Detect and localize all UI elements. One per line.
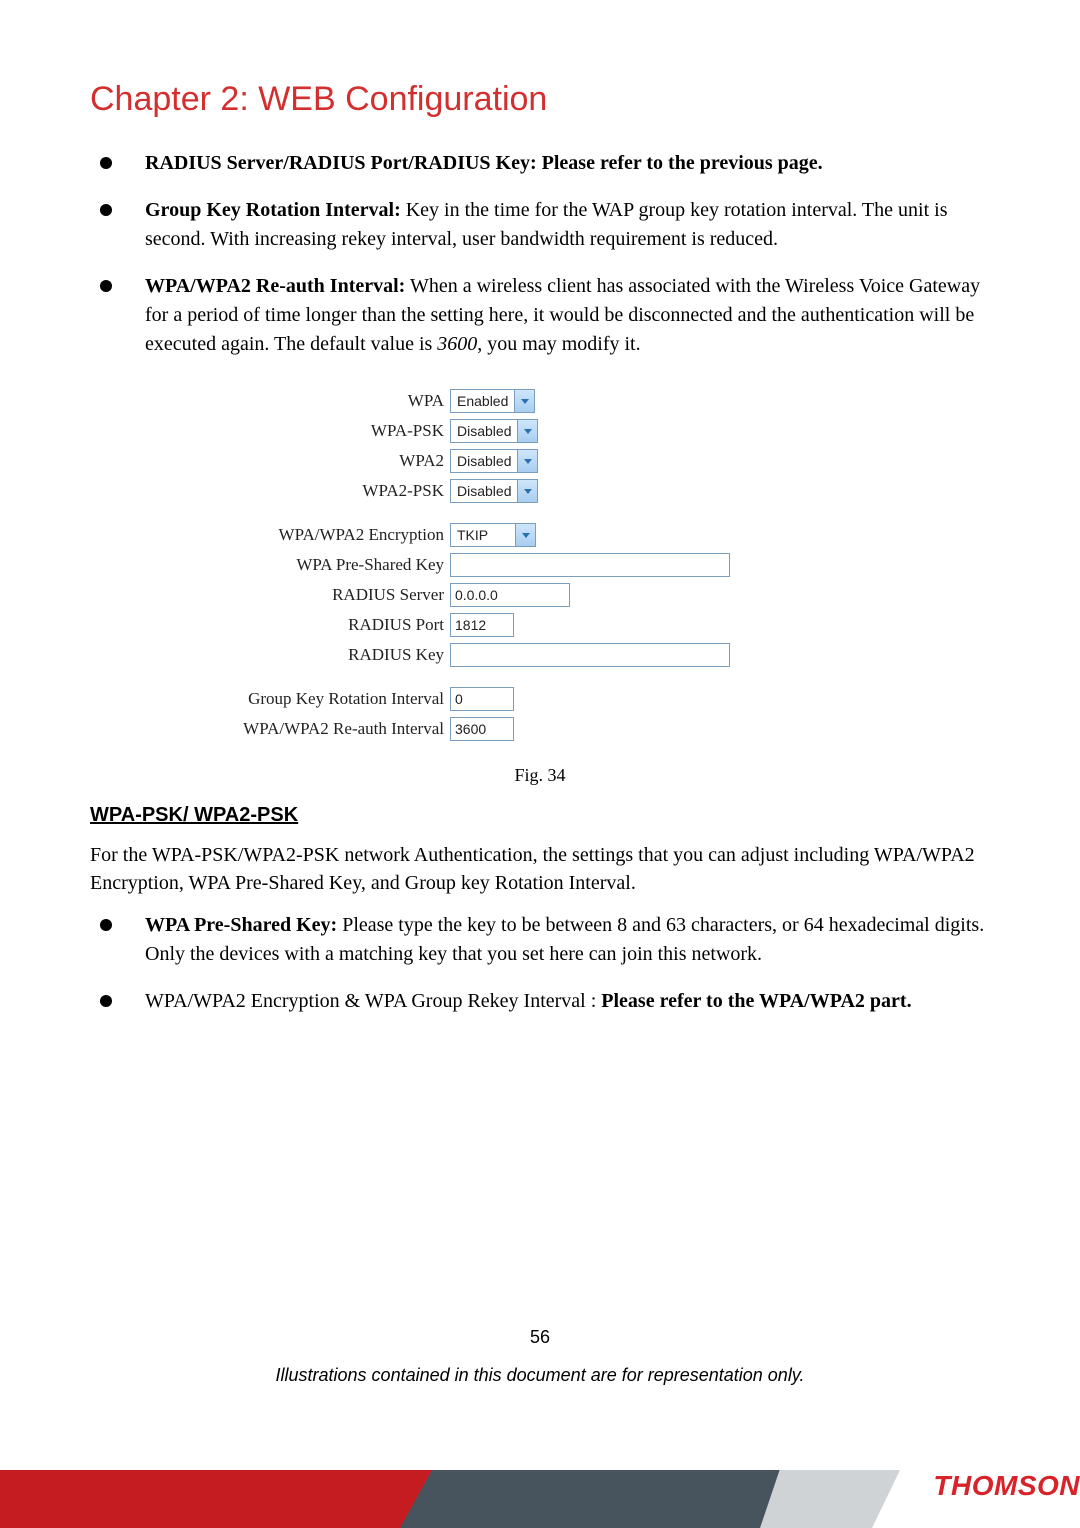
chevron-down-icon: [517, 480, 537, 502]
wpa-select-value: Enabled: [451, 393, 514, 409]
footer-band: THOMSON: [0, 1448, 1080, 1528]
encryption-select[interactable]: TKIP: [450, 523, 536, 547]
figure-caption: Fig. 34: [90, 765, 990, 786]
settings-panel: WPA Enabled WPA-PSK Disabled WPA2: [190, 389, 990, 741]
wpa-psk-select-value: Disabled: [451, 423, 517, 439]
chapter-title: Chapter 2: WEB Configuration: [90, 80, 990, 119]
group-rotation-label: Group Key Rotation Interval: [190, 689, 450, 709]
bullet-radius-text: RADIUS Server/RADIUS Port/RADIUS Key: Pl…: [145, 152, 823, 174]
wpa2-select-value: Disabled: [451, 453, 517, 469]
chevron-down-icon: [517, 450, 537, 472]
encryption-label: WPA/WPA2 Encryption: [190, 525, 450, 545]
chevron-down-icon: [517, 420, 537, 442]
bullet-group-key: Group Key Rotation Interval: Key in the …: [90, 196, 990, 254]
wpa-psk-label: WPA-PSK: [190, 421, 450, 441]
bullet2-enc: WPA/WPA2 Encryption & WPA Group Rekey In…: [90, 987, 990, 1016]
bullet-reauth-rest-b: , you may modify it.: [477, 333, 640, 355]
radius-key-label: RADIUS Key: [190, 645, 450, 665]
bullet-radius: RADIUS Server/RADIUS Port/RADIUS Key: Pl…: [90, 149, 990, 178]
footer-band-dark: [400, 1470, 800, 1528]
bullet2-psk: WPA Pre-Shared Key: Please type the key …: [90, 911, 990, 969]
radius-port-label: RADIUS Port: [190, 615, 450, 635]
wpa2-psk-select[interactable]: Disabled: [450, 479, 538, 503]
wpa2-psk-select-value: Disabled: [451, 483, 517, 499]
page-number: 56: [0, 1327, 1080, 1348]
radius-server-label: RADIUS Server: [190, 585, 450, 605]
radius-port-input[interactable]: 1812: [450, 613, 514, 637]
bullet2-enc-a: WPA/WPA2 Encryption & WPA Group Rekey In…: [145, 990, 601, 1012]
group-rotation-input[interactable]: 0: [450, 687, 514, 711]
bullet-reauth-bold: WPA/WPA2 Re-auth Interval:: [145, 275, 405, 297]
wpa2-label: WPA2: [190, 451, 450, 471]
wpa2-select[interactable]: Disabled: [450, 449, 538, 473]
chevron-down-icon: [515, 524, 535, 546]
section-heading: WPA-PSK/ WPA2-PSK: [90, 804, 990, 827]
bullet-reauth: WPA/WPA2 Re-auth Interval: When a wirele…: [90, 272, 990, 359]
reauth-label: WPA/WPA2 Re-auth Interval: [190, 719, 450, 739]
chevron-down-icon: [514, 390, 534, 412]
bullet2-enc-bold: Please refer to the WPA/WPA2 part.: [601, 990, 911, 1012]
wpa-label: WPA: [190, 391, 450, 411]
section-paragraph: For the WPA-PSK/WPA2-PSK network Authent…: [90, 841, 990, 897]
disclaimer: Illustrations contained in this document…: [0, 1365, 1080, 1386]
radius-server-input[interactable]: 0.0.0.0: [450, 583, 570, 607]
footer-band-red: [0, 1470, 440, 1528]
footer-band-grey: [760, 1470, 900, 1528]
bullet-group-key-bold: Group Key Rotation Interval:: [145, 199, 401, 221]
encryption-select-value: TKIP: [451, 527, 515, 543]
reauth-input[interactable]: 3600: [450, 717, 514, 741]
brand-logo: THOMSON: [933, 1470, 1080, 1502]
psk-label: WPA Pre-Shared Key: [190, 555, 450, 575]
radius-key-input[interactable]: [450, 643, 730, 667]
psk-input[interactable]: [450, 553, 730, 577]
bullet2-psk-bold: WPA Pre-Shared Key:: [145, 914, 337, 936]
wpa-psk-select[interactable]: Disabled: [450, 419, 538, 443]
wpa-select[interactable]: Enabled: [450, 389, 535, 413]
wpa2-psk-label: WPA2-PSK: [190, 481, 450, 501]
bullet-reauth-italic: 3600: [437, 333, 477, 355]
